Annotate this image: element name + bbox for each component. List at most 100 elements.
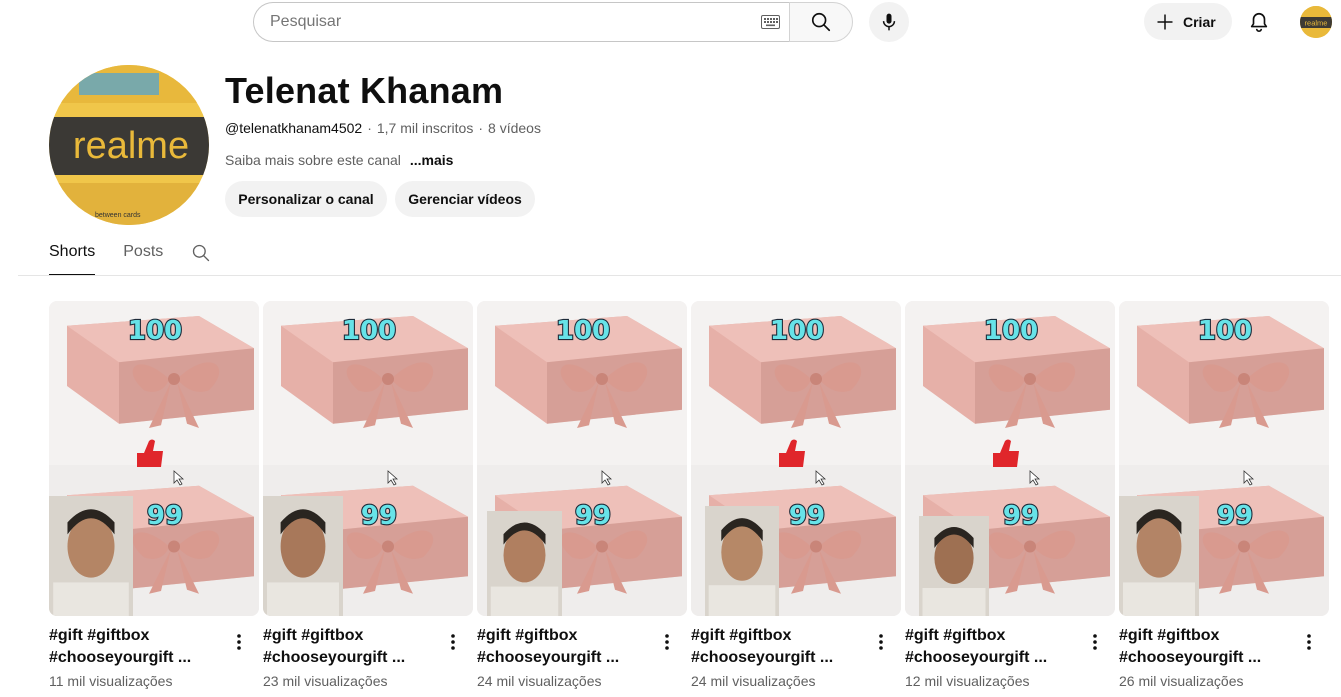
subscriber-count: 1,7 mil inscritos [376, 120, 474, 136]
account-avatar-image: realme [1300, 6, 1332, 38]
about-text[interactable]: Saiba mais sobre este canal [225, 152, 401, 168]
svg-text:99: 99 [575, 501, 611, 531]
short-title-line: #gift #giftbox [905, 627, 1006, 644]
svg-text:99: 99 [1003, 501, 1039, 531]
tab-shorts[interactable]: Shorts [49, 240, 96, 276]
svg-text:99: 99 [361, 501, 397, 531]
short-thumbnail[interactable]: 100 99 [691, 301, 901, 616]
channel-name: Telenat Khanam [225, 70, 504, 111]
keyboard-icon[interactable] [761, 15, 780, 29]
short-thumbnail[interactable]: 100 99 [1119, 301, 1329, 616]
video-count: 8 vídeos [488, 120, 541, 136]
short-views: 24 mil visualizações [477, 673, 602, 689]
short-title[interactable]: #gift #giftbox #chooseyourgift ... [49, 625, 229, 669]
short-title[interactable]: #gift #giftbox #chooseyourgift ... [1119, 625, 1299, 669]
channel-about[interactable]: Saiba mais sobre este canal ...mais [225, 152, 453, 168]
short-views: 23 mil visualizações [263, 673, 388, 689]
svg-text:99: 99 [789, 501, 825, 531]
channel-tabs: Shorts Posts [49, 240, 211, 276]
short-card[interactable]: 100 99 #gift #giftbox #chooseyourgift ..… [263, 301, 473, 689]
short-thumbnail-image: 100 99 [477, 301, 687, 616]
short-views: 24 mil visualizações [691, 673, 816, 689]
short-views: 26 mil visualizações [1119, 673, 1244, 689]
person-figure [1119, 496, 1199, 616]
short-menu-button[interactable] [659, 634, 675, 650]
channel-avatar-caption: between cards [95, 212, 141, 219]
short-title-line: #gift #giftbox [263, 627, 364, 644]
short-menu-button[interactable] [445, 634, 461, 650]
short-title-line: #gift #giftbox [49, 627, 150, 644]
short-thumbnail-image: 100 99 [691, 301, 901, 616]
short-thumbnail-image: 100 99 [905, 301, 1115, 616]
meta-separator: · [478, 120, 484, 136]
more-vert-icon [1093, 634, 1097, 650]
short-thumbnail[interactable]: 100 99 [263, 301, 473, 616]
short-thumbnail[interactable]: 100 99 [905, 301, 1115, 616]
svg-text:100: 100 [1198, 316, 1252, 346]
short-thumbnail[interactable]: 100 99 [49, 301, 259, 616]
search-icon [811, 12, 831, 32]
svg-text:99: 99 [1217, 501, 1253, 531]
short-card[interactable]: 100 99 #gift #giftbox #chooseyourgift ..… [477, 301, 687, 689]
short-title-line: #chooseyourgift ... [49, 649, 192, 666]
short-menu-button[interactable] [231, 634, 247, 650]
short-card[interactable]: 100 99 #gift #giftbox #chooseyourgift ..… [49, 301, 259, 689]
account-avatar-brand: realme [1305, 19, 1328, 28]
short-title[interactable]: #gift #giftbox #chooseyourgift ... [905, 625, 1085, 669]
short-title[interactable]: #gift #giftbox #chooseyourgift ... [263, 625, 443, 669]
search-button[interactable] [789, 2, 853, 42]
svg-text:100: 100 [984, 316, 1038, 346]
short-thumbnail-image: 100 99 [1119, 301, 1329, 616]
svg-text:100: 100 [770, 316, 824, 346]
short-views: 12 mil visualizações [905, 673, 1030, 689]
short-views: 11 mil visualizações [49, 673, 173, 689]
short-title-line: #chooseyourgift ... [691, 649, 834, 666]
more-vert-icon [451, 634, 455, 650]
channel-avatar-image: realme between cards [49, 65, 209, 225]
create-button[interactable]: Criar [1144, 3, 1232, 40]
svg-text:100: 100 [342, 316, 396, 346]
short-title-line: #gift #giftbox [1119, 627, 1220, 644]
short-menu-button[interactable] [1087, 634, 1103, 650]
voice-search-button[interactable] [869, 2, 909, 42]
short-title-line: #gift #giftbox [691, 627, 792, 644]
bell-icon [1250, 12, 1268, 32]
short-menu-button[interactable] [1301, 634, 1317, 650]
about-more-link[interactable]: ...mais [410, 152, 454, 168]
more-vert-icon [665, 634, 669, 650]
shorts-grid: 100 99 #gift #giftbox #chooseyourgift ..… [49, 301, 1329, 689]
search-input[interactable] [270, 13, 740, 31]
more-vert-icon [879, 634, 883, 650]
channel-meta: @telenatkhanam4502 · 1,7 mil inscritos ·… [225, 120, 541, 136]
manage-videos-button[interactable]: Gerenciar vídeos [395, 181, 535, 217]
meta-separator: · [367, 120, 372, 136]
more-vert-icon [237, 634, 241, 650]
short-card[interactable]: 100 99 #gift #giftbox #chooseyourgift ..… [1119, 301, 1329, 689]
tab-posts[interactable]: Posts [123, 240, 163, 276]
account-avatar[interactable]: realme [1300, 6, 1332, 38]
channel-avatar[interactable]: realme between cards [49, 65, 209, 225]
short-title-line: #chooseyourgift ... [905, 649, 1048, 666]
short-title-line: #chooseyourgift ... [477, 649, 620, 666]
person-figure [49, 496, 133, 616]
search-box[interactable] [253, 2, 790, 42]
short-thumbnail[interactable]: 100 99 [477, 301, 687, 616]
customize-channel-button[interactable]: Personalizar o canal [225, 181, 387, 217]
short-title-line: #chooseyourgift ... [263, 649, 406, 666]
short-title[interactable]: #gift #giftbox #chooseyourgift ... [691, 625, 871, 669]
channel-search-icon[interactable] [191, 243, 211, 263]
person-figure [705, 506, 779, 616]
more-vert-icon [1307, 634, 1311, 650]
svg-text:99: 99 [147, 501, 183, 531]
mic-icon [882, 13, 896, 31]
person-figure [487, 511, 562, 616]
create-label: Criar [1183, 13, 1216, 30]
short-title-line: #gift #giftbox [477, 627, 578, 644]
channel-handle: @telenatkhanam4502 [225, 120, 363, 136]
notifications-button[interactable] [1246, 9, 1272, 35]
svg-text:100: 100 [128, 316, 182, 346]
short-card[interactable]: 100 99 #gift #giftbox #chooseyourgift ..… [691, 301, 901, 689]
short-menu-button[interactable] [873, 634, 889, 650]
short-title[interactable]: #gift #giftbox #chooseyourgift ... [477, 625, 657, 669]
short-card[interactable]: 100 99 #gift #giftbox #chooseyourgift ..… [905, 301, 1115, 689]
